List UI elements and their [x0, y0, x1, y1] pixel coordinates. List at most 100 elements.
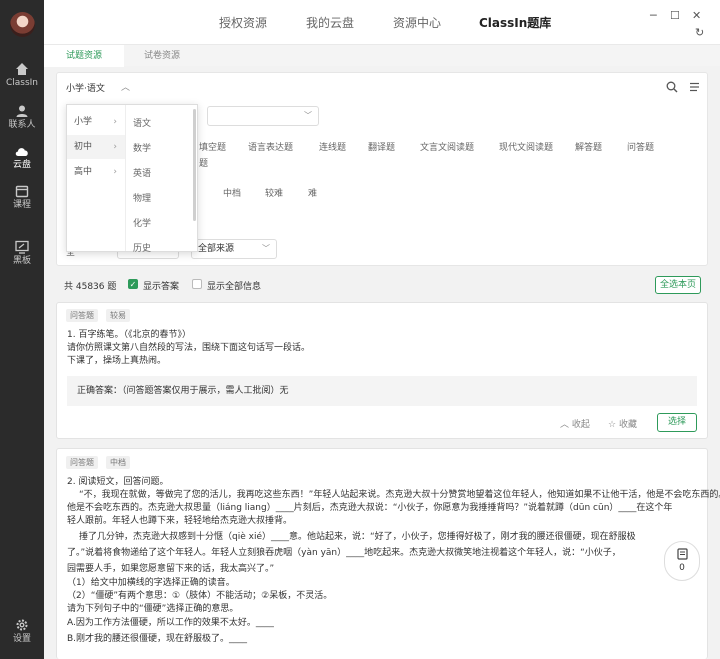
grade-option[interactable]: 初中 › — [67, 135, 125, 159]
grade-option[interactable]: 小学 › — [67, 110, 125, 134]
type-option[interactable]: 现代文阅读题 — [499, 140, 553, 153]
chevron-right-icon: › — [113, 167, 117, 177]
sidebar-item-label: 课程 — [12, 200, 31, 210]
type-option[interactable]: 连线题 — [319, 140, 346, 153]
question-text: “不，我现在就做，等做完了您的活儿，我再吃这些东西！”年轻人站起来说。杰克逊大叔… — [79, 490, 720, 500]
difficulty-option[interactable]: 较难 — [265, 186, 283, 199]
favorite-button[interactable]: ☆ 收藏 — [608, 417, 637, 430]
subject-option[interactable]: 英语 — [133, 166, 151, 179]
left-sidebar: ClassIn 联系人 云盘 课程 黑板 设置 — [0, 0, 44, 659]
tab-question-resources[interactable]: 试题资源 — [44, 45, 125, 67]
question-text: 2. 阅读短文，回答问题。 — [67, 477, 169, 487]
question-text: 轻人跟前。年轻人也蹲下来，轻轻地给杰克逊大叔捶背。 — [67, 516, 293, 526]
sidebar-item-label: 联系人 — [8, 120, 36, 130]
question-text: 请你仿照课文第八自然段的写法，围绕下面这句话写一段话。 — [67, 343, 311, 353]
dropdown-divider — [125, 105, 126, 251]
close-icon[interactable]: ✕ — [692, 10, 701, 22]
show-all-label: 显示全部信息 — [207, 282, 262, 292]
grade-label: 高中 — [74, 167, 93, 177]
subject-option[interactable]: 数学 — [133, 141, 151, 154]
blackboard-icon — [15, 240, 29, 254]
grade-label: 小学 — [74, 117, 93, 127]
sidebar-item-cloud[interactable]: 云盘 — [0, 144, 44, 180]
answer-box: 正确答案：（问答题答案仅用于展示，需人工批阅）无 — [67, 376, 697, 406]
resource-subtabs: 试题资源 试卷资源 — [44, 44, 720, 67]
source-select[interactable]: 全部来源 ﹀ — [191, 239, 277, 259]
refresh-icon[interactable]: ↻ — [695, 27, 704, 39]
question-text: 请为下列句子中的“僵硬”选择正确的意思。 — [67, 604, 239, 614]
difficulty-tag: 中档 — [106, 456, 130, 469]
chevron-up-icon: ︿ — [560, 420, 570, 430]
type-option-row2[interactable]: 题 — [199, 156, 208, 169]
question-text: 了。”说着将食物递给了这个年轻人。年轻人立刻狼吞虎咽（yàn yān）____地… — [67, 548, 621, 558]
question-text: A.因为工作方法僵硬，所以工作的效果不太好。____ — [67, 618, 274, 628]
show-all-checkbox[interactable] — [192, 279, 202, 289]
type-option[interactable]: 解答题 — [575, 140, 602, 153]
settings-label: 设置 — [12, 634, 31, 644]
question-text: （1）给文中加横线的字选择正确的读音。 — [67, 578, 235, 588]
question-text: B.刚才我的腰还很僵硬，现在舒服极了。____ — [67, 634, 248, 644]
question-text: 捶了几分钟，杰克逊大叔感到十分惬（qiè xié）____意。他站起来，说：“好… — [79, 532, 636, 542]
tab-classin-question-bank[interactable]: ClassIn题库 — [479, 14, 551, 31]
sidebar-item-label: 黑板 — [12, 256, 31, 266]
sidebar-item-course[interactable]: 课程 — [0, 184, 44, 220]
subject-option[interactable]: 化学 — [133, 216, 151, 229]
difficulty-option[interactable]: 难 — [308, 186, 317, 199]
minimize-icon[interactable]: ─ — [650, 10, 657, 22]
settings-button[interactable]: 设置 — [0, 618, 44, 654]
basket-count: 0 — [679, 563, 685, 573]
favorite-label: 收藏 — [618, 420, 637, 430]
top-bar: 授权资源 我的云盘 资源中心 ClassIn题库 ─ ☐ ✕ ↻ — [44, 0, 720, 44]
show-answer-checkbox[interactable]: ✓ — [128, 279, 138, 289]
type-option[interactable]: 问答题 — [627, 140, 654, 153]
dropdown-scrollbar[interactable] — [193, 109, 196, 221]
tab-my-cloud[interactable]: 我的云盘 — [306, 14, 354, 31]
cloud-icon — [15, 148, 28, 156]
tab-resource-center[interactable]: 资源中心 — [393, 14, 441, 31]
question-text: 1. 百字练笔。（《北京的春节》） — [67, 330, 191, 340]
question-text: 园需要人手，如果您愿意留下来的话，我太高兴了。” — [67, 564, 275, 574]
tab-authorized-resources[interactable]: 授权资源 — [219, 14, 267, 31]
collapse-button[interactable]: ︿ 收起 — [560, 417, 590, 430]
select-page-button[interactable]: 全选本页 — [655, 276, 701, 294]
sidebar-item-blackboard[interactable]: 黑板 — [0, 240, 44, 276]
question-card: 问答题 较易 1. 百字练笔。（《北京的春节》） 请你仿照课文第八自然段的写法，… — [56, 302, 708, 439]
type-option[interactable]: 填空题 — [199, 140, 226, 153]
subject-option[interactable]: 物理 — [133, 191, 151, 204]
avatar[interactable] — [10, 12, 35, 37]
subject-option[interactable]: 语文 — [133, 116, 151, 129]
answer-text: 正确答案：（问答题答案仅用于展示，需人工批阅）无 — [77, 386, 289, 396]
subject-selector[interactable]: 小学·语文 — [66, 81, 105, 94]
document-icon — [676, 548, 688, 560]
result-toolbar: 共 45836 题 ✓ 显示答案 显示全部信息 全选本页 — [56, 276, 708, 294]
contacts-icon — [16, 105, 28, 117]
home-icon — [16, 63, 28, 75]
chevron-right-icon: › — [113, 142, 117, 152]
type-option[interactable]: 翻译题 — [368, 140, 395, 153]
difficulty-option[interactable]: 中档 — [223, 186, 241, 199]
question-card: 问答题 中档 2. 阅读短文，回答问题。 “不，我现在就做，等做完了您的活儿，我… — [56, 448, 720, 659]
subject-option[interactable]: 历史 — [133, 241, 151, 254]
question-text: 下课了，操场上真热闹。 — [67, 356, 167, 366]
grade-label: 初中 — [74, 142, 93, 152]
grade-option[interactable]: 高中 › — [67, 160, 125, 184]
select-button[interactable]: 选择 — [657, 413, 697, 432]
star-icon: ☆ — [608, 420, 617, 430]
question-basket-button[interactable]: 0 — [664, 541, 700, 581]
tab-paper-resources[interactable]: 试卷资源 — [122, 45, 202, 67]
type-option[interactable]: 文言文阅读题 — [420, 140, 474, 153]
maximize-icon[interactable]: ☐ — [670, 10, 680, 22]
chapter-select[interactable]: ﹀ — [207, 106, 319, 126]
question-text: （2）“僵硬”有两个意思：①（肢体）不能活动；②呆板，不灵活。 — [67, 591, 333, 601]
grade-subject-dropdown: 小学 › 初中 › 高中 › 语文 数学 英语 物理 化学 历史 — [66, 104, 198, 254]
type-option[interactable]: 语言表达题 — [248, 140, 293, 153]
list-menu-icon[interactable] — [689, 81, 701, 93]
sidebar-item-contacts[interactable]: 联系人 — [0, 104, 44, 140]
sidebar-item-label: 云盘 — [12, 160, 31, 170]
chevron-up-icon[interactable]: ︿ — [121, 80, 130, 93]
collapse-label: 收起 — [571, 420, 590, 430]
sidebar-item-classin[interactable]: ClassIn — [0, 62, 44, 98]
gear-icon — [16, 619, 28, 631]
show-answer-label: 显示答案 — [143, 282, 180, 292]
search-icon[interactable] — [666, 81, 678, 93]
